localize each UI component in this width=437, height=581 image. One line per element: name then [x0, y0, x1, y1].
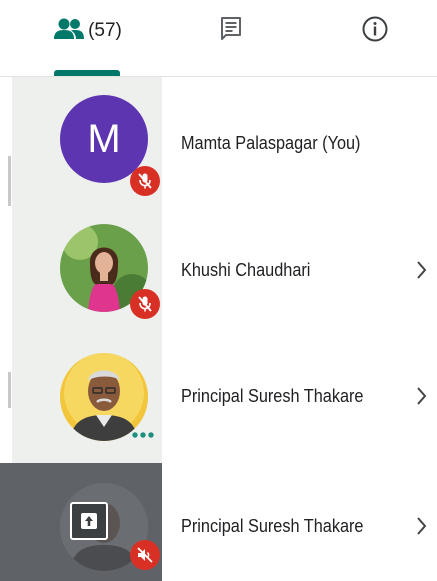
tab-chat[interactable]	[196, 0, 266, 69]
speaker-off-icon	[130, 540, 160, 570]
tab-bar: (57)	[0, 0, 437, 77]
active-tab-indicator	[54, 70, 120, 76]
participant-name: Khushi Chaudhari	[181, 259, 311, 280]
chat-icon	[220, 16, 242, 46]
participant-row[interactable]: M Mamta Palaspagar (You)	[0, 77, 437, 215]
participant-name: Mamta Palaspagar (You)	[181, 132, 361, 153]
people-icon	[54, 18, 85, 45]
info-icon	[362, 16, 388, 47]
participant-name: Principal Suresh Thakare	[181, 385, 364, 406]
participant-name: Principal Suresh Thakare	[181, 515, 364, 536]
present-screen-icon	[70, 502, 108, 540]
more-dots-icon	[131, 426, 155, 444]
participant-row[interactable]: Khushi Chaudhari	[0, 215, 437, 343]
participant-count: (57)	[88, 20, 122, 41]
participant-row[interactable]: Principal Suresh Thakare	[0, 343, 437, 463]
mic-off-icon	[130, 289, 160, 319]
chevron-right-icon[interactable]	[416, 259, 428, 286]
mic-off-icon	[130, 166, 160, 196]
participant-row[interactable]: Principal Suresh Thakare	[0, 463, 437, 581]
chevron-right-icon[interactable]	[416, 515, 428, 542]
tab-info[interactable]	[340, 0, 410, 69]
tab-people[interactable]: (57)	[38, 0, 138, 69]
chevron-right-icon[interactable]	[416, 385, 428, 412]
avatar-initial: M	[87, 116, 121, 161]
